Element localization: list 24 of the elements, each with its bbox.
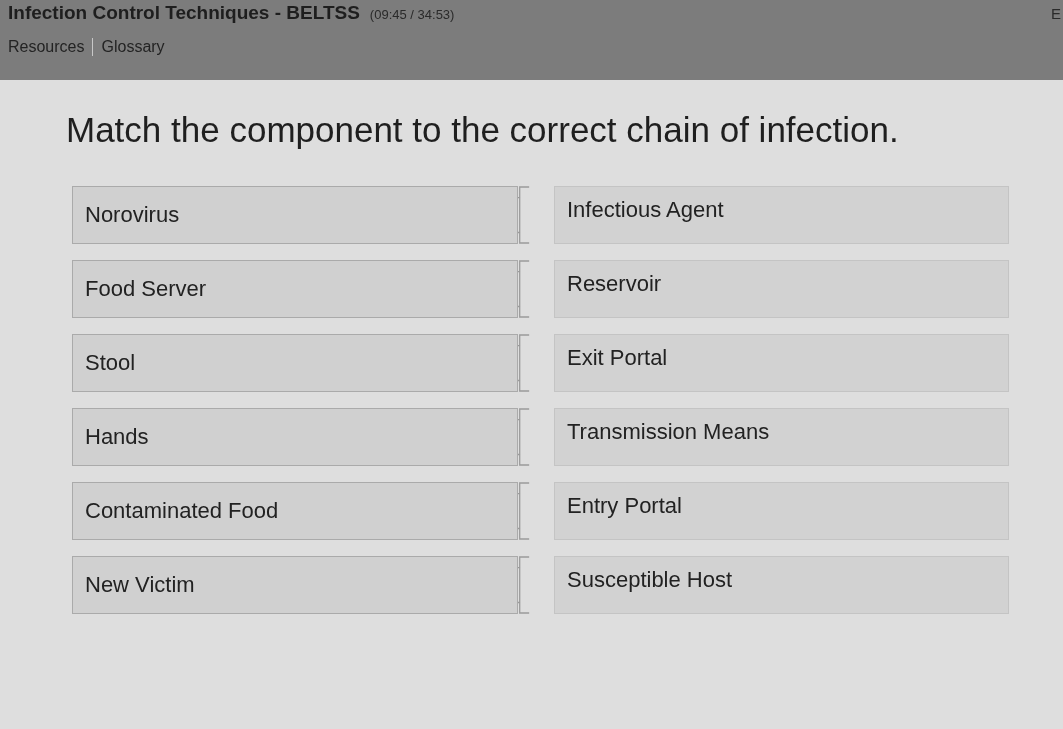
- timer-text: (09:45 / 34:53): [369, 7, 455, 22]
- socket-icon: [518, 334, 530, 392]
- drop-target[interactable]: Entry Portal: [554, 482, 1009, 540]
- course-title: Infection Control Techniques - BELTSS: [8, 2, 360, 24]
- drop-target[interactable]: Exit Portal: [554, 334, 1009, 392]
- socket-icon: [518, 260, 530, 318]
- edge-text: E: [1051, 5, 1062, 22]
- nav-link[interactable]: Resources: [8, 38, 85, 56]
- drag-item[interactable]: Norovirus: [72, 186, 518, 244]
- drop-target[interactable]: Transmission Means: [554, 408, 1009, 466]
- socket-icon: [518, 186, 530, 244]
- drop-target[interactable]: Susceptible Host: [554, 556, 1009, 614]
- drop-target[interactable]: Infectious Agent: [554, 186, 1009, 244]
- drag-item[interactable]: Food Server: [72, 260, 518, 318]
- drag-item[interactable]: Hands: [72, 408, 518, 466]
- drag-item[interactable]: New Victim: [72, 556, 518, 614]
- socket-icon: [518, 408, 530, 466]
- nav-link[interactable]: Glossary: [101, 38, 165, 56]
- drag-item[interactable]: Stool: [72, 334, 518, 392]
- drop-target[interactable]: Reservoir: [554, 260, 1009, 318]
- socket-icon: [518, 482, 530, 540]
- question-prompt: Match the component to the correct chain of infection.: [66, 110, 900, 150]
- socket-icon: [518, 556, 530, 614]
- drag-item[interactable]: Contaminated Food: [72, 482, 518, 540]
